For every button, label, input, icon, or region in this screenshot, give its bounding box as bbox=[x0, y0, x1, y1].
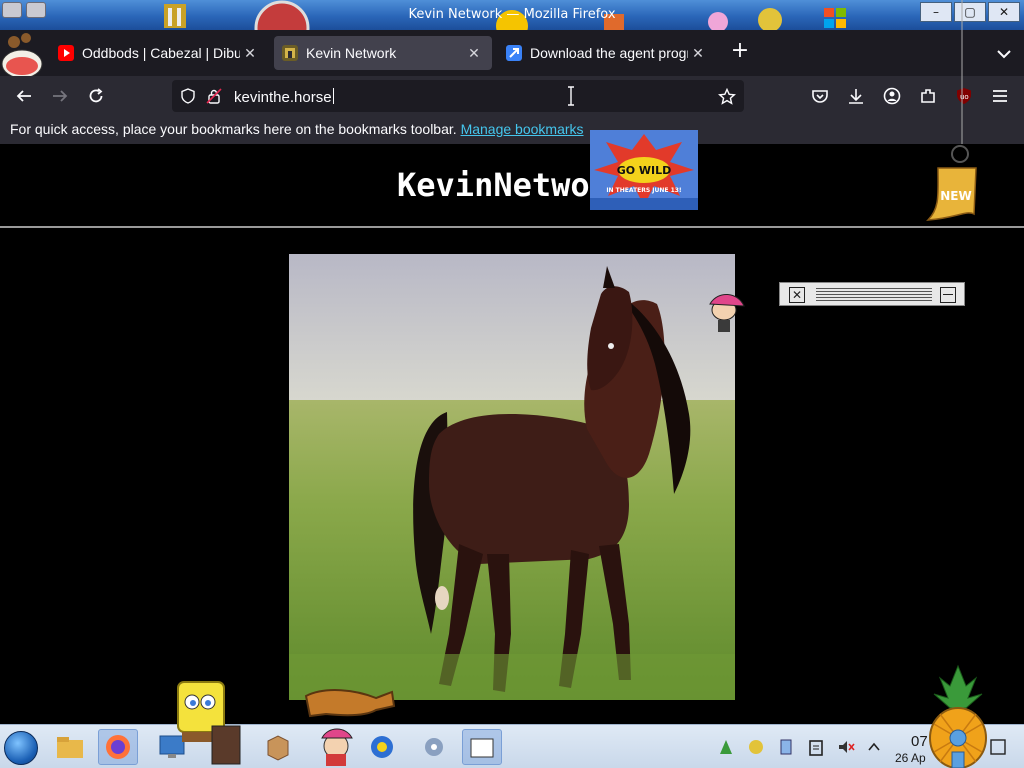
minimize-button[interactable]: – bbox=[920, 2, 952, 22]
window-titlebar[interactable]: Kevin Network — Mozilla Firefox – ▢ ✕ bbox=[0, 0, 1024, 30]
close-tab-icon[interactable]: ✕ bbox=[464, 45, 484, 62]
tab-strip: Oddbods | Cabezal | Dibujos ✕ Kevin Netw… bbox=[0, 30, 1024, 76]
tray-toon-icon[interactable] bbox=[746, 737, 766, 757]
bookmarks-message: For quick access, place your bookmarks h… bbox=[10, 121, 584, 137]
rugrats-ad-banner[interactable]: GO WILD IN THEATERS JUNE 13! bbox=[590, 130, 698, 210]
mini-window-drag-handle[interactable] bbox=[816, 288, 932, 302]
account-icon[interactable] bbox=[880, 84, 904, 108]
mini-window-maximize-icon[interactable] bbox=[940, 287, 956, 303]
url-text[interactable]: kevinthe.horse bbox=[234, 88, 334, 106]
settings-icon[interactable] bbox=[414, 729, 454, 765]
package-icon[interactable] bbox=[258, 729, 298, 765]
scooby-doo-pet-icon bbox=[304, 689, 396, 766]
new-tab-button[interactable]: + bbox=[728, 40, 752, 64]
close-button[interactable]: ✕ bbox=[988, 2, 1020, 22]
youtube-icon bbox=[58, 45, 74, 61]
tab-download-agent[interactable]: Download the agent program ✕ bbox=[498, 36, 716, 70]
tab-label: Kevin Network bbox=[306, 45, 397, 61]
tab-kevin-network[interactable]: Kevin Network ✕ bbox=[274, 36, 492, 70]
file-manager-icon[interactable] bbox=[50, 729, 90, 765]
chevron-up-icon[interactable] bbox=[864, 737, 884, 757]
folder-icon[interactable] bbox=[462, 729, 502, 765]
back-icon[interactable] bbox=[12, 84, 36, 108]
horse-photo bbox=[289, 254, 735, 700]
bookmarks-toolbar: For quick access, place your bookmarks h… bbox=[0, 116, 1024, 144]
forward-icon[interactable] bbox=[48, 84, 72, 108]
ad-tagline: IN THEATERS JUNE 13! bbox=[606, 187, 681, 194]
bookmark-star-icon[interactable] bbox=[718, 88, 736, 106]
insecure-lock-icon[interactable] bbox=[206, 88, 222, 104]
taskbar: 07 26 Ap bbox=[0, 724, 1024, 768]
pineapple-house-pet-icon bbox=[929, 664, 987, 768]
new-scroll-badge: NEW bbox=[926, 145, 977, 221]
text-cursor-icon bbox=[568, 86, 574, 106]
mini-window-close-icon[interactable]: ✕ bbox=[789, 287, 805, 303]
tray-network-icon[interactable] bbox=[776, 737, 796, 757]
downloads-icon[interactable] bbox=[844, 84, 868, 108]
navigation-toolbar: kevinthe.horse uo bbox=[0, 76, 1024, 116]
tab-oddbods[interactable]: Oddbods | Cabezal | Dibujos ✕ bbox=[50, 36, 268, 70]
shield-icon[interactable] bbox=[180, 88, 196, 104]
timmy-toon-icon bbox=[709, 294, 745, 332]
pocket-icon[interactable] bbox=[808, 84, 832, 108]
kevin-network-icon bbox=[282, 45, 298, 61]
bookmarks-hint: For quick access, place your bookmarks h… bbox=[10, 121, 457, 137]
ad-headline: GO WILD bbox=[617, 164, 672, 177]
clipboard-icon[interactable] bbox=[806, 737, 826, 757]
start-button[interactable] bbox=[4, 731, 38, 765]
address-bar[interactable]: kevinthe.horse bbox=[172, 80, 744, 112]
spongebob-pet-icon bbox=[177, 681, 241, 765]
close-tab-icon[interactable]: ✕ bbox=[688, 45, 708, 62]
extensions-icon[interactable] bbox=[916, 84, 940, 108]
firefox-icon[interactable] bbox=[98, 729, 138, 765]
reload-icon[interactable] bbox=[84, 84, 108, 108]
web-page: KevinNetwork GO WILD IN THEATERS JUNE 13… bbox=[0, 130, 1024, 724]
window-title: Kevin Network — Mozilla Firefox bbox=[408, 7, 616, 22]
fishing-line-icon bbox=[961, 0, 963, 150]
chevron-down-icon[interactable] bbox=[994, 44, 1014, 64]
arrow-link-icon bbox=[506, 45, 522, 61]
window-controls: – ▢ ✕ bbox=[920, 2, 1020, 22]
header-divider bbox=[0, 226, 1024, 228]
manage-bookmarks-link[interactable]: Manage bookmarks bbox=[461, 121, 584, 137]
new-badge-label: NEW bbox=[940, 189, 971, 203]
tab-label: Oddbods | Cabezal | Dibujos bbox=[82, 45, 240, 61]
menu-icon[interactable] bbox=[988, 84, 1012, 108]
floating-mini-window[interactable]: ✕ bbox=[779, 282, 965, 306]
tab-label: Download the agent program bbox=[530, 45, 688, 61]
volume-muted-icon[interactable] bbox=[836, 737, 856, 757]
clock-date: 26 Ap bbox=[895, 751, 926, 765]
tray-app-icon[interactable] bbox=[716, 737, 736, 757]
close-tab-icon[interactable]: ✕ bbox=[240, 45, 260, 62]
sandy-mascot-icon bbox=[1, 33, 43, 79]
show-desktop-icon[interactable] bbox=[988, 737, 1008, 757]
